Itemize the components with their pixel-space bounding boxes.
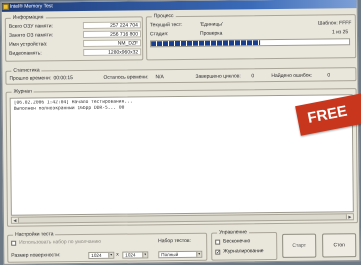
info-label: Всего ОЗУ памяти: [8, 23, 53, 30]
journal-label: Журналирование [223, 248, 264, 255]
start-button-label: Старт [292, 242, 307, 249]
width-select[interactable]: 1024 ▼ [88, 251, 115, 259]
elapsed-value: 00:00:15 [53, 75, 73, 82]
stats-row: Прошло времени: 00:00:15 Осталось времен… [9, 71, 354, 83]
default-set-checkbox[interactable]: Использовать набор по умолчанию [11, 239, 101, 247]
pattern-label: Шаблон: FFFF [317, 20, 352, 27]
info-row: Всего ОЗУ памяти: 257 224 704 [9, 21, 141, 30]
window-title: Intel® Memory Test [9, 3, 53, 10]
info-value: 256 716 800 [82, 30, 142, 39]
title-bar[interactable]: Intel® Memory Test [1, 0, 357, 12]
control-legend: Управление [217, 229, 249, 236]
settings-legend: Настройки теста [13, 231, 56, 238]
info-label: Видеопамять: [9, 50, 42, 57]
info-value: NM_DZF [83, 39, 142, 48]
scroll-right-icon[interactable]: ▶ [345, 214, 353, 220]
journal-box[interactable]: ✓ [215, 250, 221, 256]
current-test-value: 'Единицы' [199, 21, 223, 28]
stats-legend: Статистика [11, 67, 42, 74]
default-set-box[interactable] [11, 240, 17, 246]
default-set-label: Использовать набор по умолчанию [19, 238, 102, 246]
info-row: Видеопамять: 1280x960x32 [9, 48, 142, 57]
height-select[interactable]: 1024 ▼ [122, 251, 149, 259]
info-value: 1280x960x32 [83, 48, 142, 57]
app-icon [2, 3, 9, 10]
width-value: 1024 [91, 252, 102, 258]
info-label: Занято ОЗ памяти: [8, 32, 54, 39]
process-group: Процесс Текущий тест: 'Единицы' Шаблон: … [145, 13, 357, 61]
scroll-left-icon[interactable]: ◀ [11, 217, 19, 223]
info-value: 257 224 704 [82, 21, 141, 30]
infinite-checkbox[interactable]: Бесконечно [215, 238, 250, 245]
infinite-box[interactable] [215, 239, 221, 245]
chevron-down-icon[interactable]: ▼ [142, 252, 148, 258]
errors-value: 0 [327, 72, 331, 79]
free-banner-text: FREE [306, 102, 349, 127]
passes-value: 0 [251, 73, 255, 80]
passes-label: Завершено циклов: [195, 73, 241, 80]
test-progress-fill [151, 40, 260, 47]
remaining-label: Осталось времени: [103, 74, 149, 81]
stage-value: Проверка [199, 30, 223, 37]
test-set-label: Набор тестов: [158, 237, 191, 245]
info-row: Имя устройства: NM_DZF [9, 39, 142, 48]
info-label: Имя устройства: [9, 41, 48, 48]
test-mode-value: Полный [161, 252, 179, 258]
test-mode-select[interactable]: Полный ▼ [158, 250, 203, 259]
journal-checkbox[interactable]: ✓ Журналирование [215, 248, 264, 256]
chevron-down-icon[interactable]: ▼ [196, 251, 202, 257]
chevron-down-icon[interactable]: ▼ [108, 252, 114, 258]
info-row: Занято ОЗ памяти: 256 716 800 [8, 30, 142, 39]
elapsed-label: Прошло времени: [9, 75, 52, 82]
stop-button-label: Стоп [333, 242, 345, 249]
stage-row: Стадия: Проверка 1 из 25 [150, 28, 354, 38]
process-legend: Процесс [151, 13, 176, 20]
settings-group: Настройки теста Использовать набор по ум… [7, 231, 208, 263]
stage-label: Стадия: [149, 31, 169, 38]
stop-button[interactable]: Стоп [322, 233, 357, 258]
height-value: 1024 [125, 252, 136, 258]
control-group: Управление Бесконечно ✓ Журналирование [211, 229, 278, 261]
info-group: Информация Всего ОЗУ памяти: 257 224 704… [4, 14, 144, 62]
current-test-label: Текущий тест: [149, 21, 183, 29]
pass-count: 1 из 25 [331, 29, 349, 36]
surface-size-label: Размер поверхности: [11, 252, 61, 259]
infinite-label: Бесконечно [223, 238, 251, 245]
stats-group: Статистика Прошло времени: 00:00:15 Оста… [5, 67, 357, 85]
remaining-value: N/A [155, 74, 164, 81]
info-legend: Информация [10, 14, 46, 21]
test-progress-bar [150, 38, 351, 48]
errors-label: Найдено ошибок: [271, 72, 313, 80]
start-button[interactable]: Старт [282, 233, 317, 258]
size-separator: x [116, 251, 119, 258]
journal-legend: Журнал [11, 88, 34, 95]
